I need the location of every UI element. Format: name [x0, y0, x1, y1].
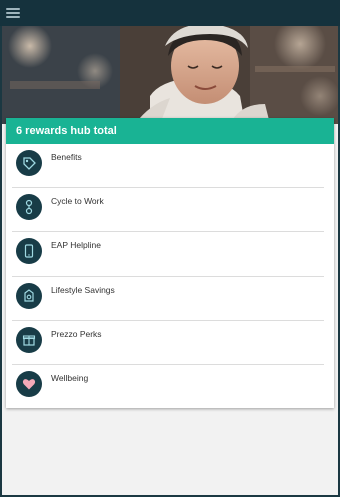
item-label: Cycle to Work [51, 196, 104, 207]
phone-icon [16, 238, 42, 265]
list-item-prezzo-perks[interactable]: Prezzo Perks [6, 321, 334, 366]
list-item-eap-helpline[interactable]: EAP Helpline [6, 232, 334, 277]
rewards-hub-card: 6 rewards hub total Benefits Cycle to Wo… [6, 118, 334, 408]
gift-icon [16, 326, 42, 353]
item-label: Wellbeing [51, 372, 89, 383]
hero-image [0, 26, 340, 124]
list-item-cycle-to-work[interactable]: Cycle to Work [6, 188, 334, 233]
bicycle-icon [16, 194, 42, 221]
list-item-lifestyle-savings[interactable]: Lifestyle Savings [6, 277, 334, 321]
hamburger-menu-icon[interactable] [6, 8, 20, 18]
rewards-list: Benefits Cycle to Work EAP Helpline Life… [6, 144, 334, 409]
item-label: EAP Helpline [51, 240, 101, 251]
item-label: Prezzo Perks [51, 328, 102, 339]
list-item-benefits[interactable]: Benefits [6, 144, 334, 189]
top-app-bar [0, 0, 340, 26]
heart-icon [16, 370, 42, 397]
card-title: 6 rewards hub total [6, 118, 334, 144]
wallet-icon [16, 282, 42, 309]
item-label: Benefits [51, 152, 82, 162]
list-item-wellbeing[interactable]: Wellbeing [6, 365, 334, 409]
item-label: Lifestyle Savings [51, 284, 115, 295]
tag-icon [16, 150, 42, 176]
